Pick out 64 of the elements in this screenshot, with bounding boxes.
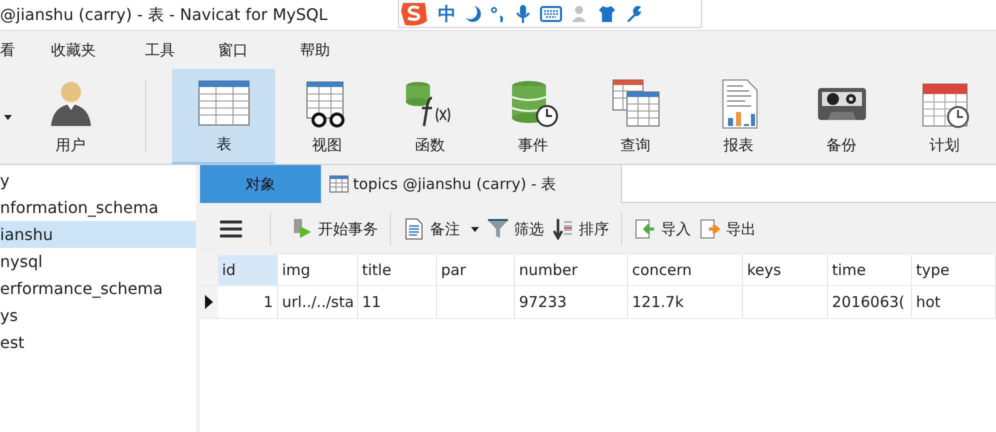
column-header[interactable]: number xyxy=(515,255,628,285)
punctuation-icon[interactable] xyxy=(490,4,506,22)
database-item[interactable]: est xyxy=(0,329,196,356)
table-cell: 97233 xyxy=(515,286,628,318)
toolbar-button[interactable]: 排序 xyxy=(548,218,613,240)
menu-item[interactable]: 看 xyxy=(0,40,51,60)
table-icon xyxy=(329,175,349,193)
table-cell: url../../sta xyxy=(278,286,358,318)
document-icon xyxy=(403,218,425,240)
row-header[interactable] xyxy=(200,286,218,318)
toolbar-button[interactable]: 开始事务 xyxy=(279,218,382,240)
database-play-icon xyxy=(291,218,313,240)
database-item[interactable]: nysql xyxy=(0,248,196,275)
toolbar-button[interactable]: 查询 xyxy=(584,69,688,164)
filter-icon xyxy=(487,218,509,240)
input-method-logo-icon[interactable] xyxy=(399,0,429,26)
database-item[interactable]: y xyxy=(0,167,196,194)
toolbar-button[interactable]: 用户 xyxy=(12,69,130,164)
wrench-icon[interactable] xyxy=(625,4,643,22)
toolbar-button[interactable]: 备份 xyxy=(790,69,894,164)
toolbar-button[interactable]: 筛选 xyxy=(483,218,548,240)
table-cell: 121.7k xyxy=(628,286,743,318)
sort-icon xyxy=(552,218,574,240)
table-cell: 11 xyxy=(358,286,437,318)
toolbar-button[interactable]: 表 xyxy=(172,69,276,164)
microphone-icon[interactable] xyxy=(515,4,531,24)
toolbar-button[interactable]: 导入 xyxy=(630,218,695,240)
column-header[interactable]: type xyxy=(912,255,996,285)
tab[interactable]: 对象 xyxy=(200,165,321,203)
export-icon xyxy=(699,218,721,240)
toolbar-button[interactable]: 函数 xyxy=(378,69,482,164)
toolbar-button[interactable]: 报表 xyxy=(687,69,790,164)
column-header[interactable]: img xyxy=(278,255,358,285)
database-item[interactable]: ys xyxy=(0,302,196,329)
menu-item[interactable]: 收藏夹 xyxy=(51,40,145,60)
menu-item[interactable]: 帮助 xyxy=(300,40,330,60)
keyboard-icon[interactable] xyxy=(540,6,562,22)
column-header[interactable]: title xyxy=(358,255,437,285)
toolbar-button[interactable]: 视图 xyxy=(275,69,378,164)
toolbar-button[interactable]: 计划 xyxy=(893,69,996,164)
caret-icon[interactable] xyxy=(4,115,12,120)
shirt-icon[interactable] xyxy=(598,4,616,22)
table-cell: hot xyxy=(912,286,996,318)
toolbar-button[interactable]: 导出 xyxy=(695,218,760,240)
menu-item[interactable]: 工具 xyxy=(145,40,218,60)
database-item[interactable]: nformation_schema xyxy=(0,194,196,221)
column-header[interactable]: id xyxy=(218,255,278,285)
column-header[interactable]: time xyxy=(828,255,912,285)
menu-icon[interactable] xyxy=(220,220,242,238)
toolbar-button[interactable]: 备注 xyxy=(399,218,483,240)
column-header[interactable]: keys xyxy=(743,255,828,285)
caret-icon xyxy=(471,226,479,232)
input-mode[interactable]: 中 xyxy=(438,2,456,26)
toolbar-button[interactable]: 事件 xyxy=(481,69,584,164)
table-cell: 1 xyxy=(218,286,278,318)
column-header[interactable]: concern xyxy=(628,255,743,285)
moon-icon[interactable] xyxy=(465,4,481,22)
table-cell: 2016063( xyxy=(828,286,912,318)
database-item[interactable]: erformance_schema xyxy=(0,275,196,302)
menu-item[interactable]: 窗口 xyxy=(218,40,300,60)
database-item[interactable]: ianshu xyxy=(0,221,196,248)
window-title: @jianshu (carry) - 表 - Navicat for MySQL xyxy=(0,4,328,26)
import-icon xyxy=(634,218,656,240)
column-header[interactable]: par xyxy=(437,255,515,285)
